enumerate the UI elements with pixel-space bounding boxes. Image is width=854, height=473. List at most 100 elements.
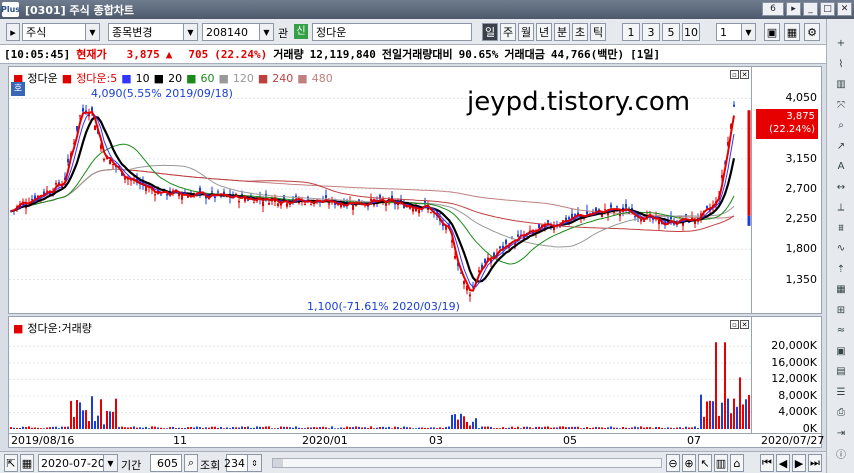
chevron-down-icon[interactable]: ▼	[259, 24, 273, 40]
doc-icon[interactable]: ▤	[831, 363, 851, 380]
save-icon[interactable]: ▣	[831, 343, 851, 360]
period-button-5[interactable]: 초	[572, 23, 588, 41]
candle-body	[469, 294, 471, 297]
qty-select[interactable]: 1 ▼	[716, 23, 756, 41]
chart-line-icon[interactable]: ⌇	[831, 56, 851, 73]
zoom-in-icon[interactable]: ⊕	[682, 454, 696, 472]
fib-icon[interactable]: ⩩	[831, 220, 851, 237]
wave2-icon[interactable]: ≈	[831, 322, 851, 339]
close-icon[interactable]: ✕	[837, 2, 852, 16]
candle-body	[31, 199, 33, 201]
number-button-1[interactable]: 3	[642, 23, 660, 41]
save-icon[interactable]: ▣	[764, 23, 780, 41]
restore-panel-icon[interactable]: ▫	[730, 320, 739, 329]
period-button-4[interactable]: 분	[554, 23, 570, 41]
cross-icon[interactable]: ⤧	[831, 97, 851, 114]
chevron-down-icon[interactable]: ▼	[183, 24, 197, 40]
candle-body	[499, 246, 501, 249]
market-select[interactable]: 주식 ▼	[22, 23, 100, 41]
date-input[interactable]: 2020-07-20 ▼	[38, 454, 118, 472]
close-panel-icon[interactable]: ✕	[740, 320, 749, 329]
page-counter[interactable]: 6	[762, 2, 784, 16]
volume-chart	[9, 342, 751, 430]
view-input[interactable]: 234 ⇕	[224, 454, 262, 472]
auto-icon[interactable]: A	[831, 158, 851, 175]
chevron-down-icon[interactable]: ▼	[85, 24, 99, 40]
trend-icon[interactable]: ↗	[831, 138, 851, 155]
info-icon[interactable]: ⓘ	[831, 445, 851, 462]
grid-icon[interactable]: ▦	[784, 23, 800, 41]
volume-y-axis: 20,000K 16,000K 12,000K 8,000K 4,000K 0K	[752, 316, 822, 435]
expand-icon[interactable]: ⇱	[4, 454, 18, 472]
candle-body	[82, 108, 84, 112]
order-badge[interactable]: 호	[11, 82, 25, 96]
qty-value: 1	[720, 25, 727, 39]
calendar-icon[interactable]: ▦	[20, 454, 34, 472]
magnify-icon[interactable]: ⌕	[831, 117, 851, 134]
arrow-icon[interactable]: ▸	[786, 2, 801, 16]
chart-candle-icon[interactable]: ▥	[831, 76, 851, 93]
candle-body	[241, 193, 243, 196]
first-page-icon[interactable]: ⏮	[760, 454, 774, 472]
tool-icon[interactable]: +	[831, 35, 851, 52]
paper-label: 관	[278, 27, 289, 40]
restore-panel-icon[interactable]: ▫	[730, 70, 739, 79]
home-icon[interactable]: ⌂	[730, 454, 744, 472]
print-icon[interactable]: ⎙	[831, 404, 851, 421]
bar-chart-icon[interactable]: ▥	[714, 454, 728, 472]
measure-icon[interactable]: ↔	[831, 179, 851, 196]
prev-icon[interactable]: ◀	[776, 454, 790, 472]
period-button-6[interactable]: 틱	[590, 23, 606, 41]
amount-label: 거래대금	[504, 48, 545, 61]
candle-body	[325, 195, 327, 199]
close-panel-icon[interactable]: ✕	[740, 70, 749, 79]
stock-change-select[interactable]: 종목변경 ▼	[108, 23, 198, 41]
candle-body	[610, 204, 612, 208]
pointer-icon[interactable]: ↖	[698, 454, 712, 472]
period-button-2[interactable]: 월	[518, 23, 534, 41]
x-tick-6: 2020/07/27	[761, 434, 825, 447]
grid-icon[interactable]: ⊞	[831, 302, 851, 319]
code-input[interactable]: 208140 ▼	[202, 23, 274, 41]
pattern-icon[interactable]: ▦	[831, 281, 851, 298]
number-button-3[interactable]: 10	[682, 23, 700, 41]
watermark: jeypd.tistory.com	[467, 87, 691, 117]
spinner-icon[interactable]: ⇕	[247, 455, 261, 471]
ruler-icon[interactable]: ⟂	[831, 199, 851, 216]
search-icon[interactable]: ⌕	[184, 454, 198, 472]
scroll-track[interactable]	[272, 458, 662, 468]
chevron-down-icon[interactable]: ▼	[741, 24, 755, 40]
wave-icon[interactable]: ∿	[831, 240, 851, 257]
legend-ma60: 60	[200, 71, 215, 85]
legend-ma5: 정다운:5	[76, 72, 118, 85]
menu-arrow-icon[interactable]: ▸	[6, 23, 20, 41]
settings-icon[interactable]: ⚙	[804, 23, 820, 41]
price-chart-panel[interactable]: ■ 정다운 ■ 정다운:5 ■ 10 ■ 20 ■ 60 ■ 120 ■ 240 ■ 480 호…	[8, 66, 752, 314]
chevron-down-icon[interactable]: ▼	[103, 455, 117, 471]
volume-value: 12,119,840	[309, 47, 376, 61]
volume-chart-panel[interactable]: ■ 정다운:거래량 ▫ ✕	[8, 316, 752, 434]
legend-name: 정다운	[27, 72, 58, 85]
number-button-0[interactable]: 1	[622, 23, 640, 41]
stock-name-field[interactable]: 정다운	[312, 23, 472, 41]
legend-ma120: 120	[232, 71, 254, 85]
period-input[interactable]: 605	[150, 454, 182, 472]
arrow-up-icon[interactable]: ⇡	[831, 261, 851, 278]
legend-ma10: 10	[135, 71, 150, 85]
play-icon[interactable]: ▶	[792, 454, 806, 472]
scroll-left-icon[interactable]	[273, 459, 283, 467]
zoom-out-icon[interactable]: ⊖	[666, 454, 680, 472]
period-button-1[interactable]: 주	[500, 23, 516, 41]
minimize-icon[interactable]: _	[803, 2, 818, 16]
list-icon[interactable]: ☰	[831, 384, 851, 401]
volume-tick-2: 12,000K	[771, 372, 817, 386]
last-page-icon[interactable]: ⏭	[808, 454, 822, 472]
candle-body	[547, 220, 549, 223]
status-bar: ⇱ ▦ 2020-07-20 ▼ 기간 605 ⌕ 조회 234 ⇕ ⊖ ⊕ ↖ ▥…	[0, 451, 826, 473]
period-button-3[interactable]: 년	[536, 23, 552, 41]
volume-tick-3: 8,000K	[778, 388, 817, 402]
number-button-2[interactable]: 5	[662, 23, 680, 41]
period-button-0[interactable]: 일	[482, 23, 498, 41]
restore-icon[interactable]: □	[820, 2, 835, 16]
export-icon[interactable]: ⇥	[831, 425, 851, 442]
